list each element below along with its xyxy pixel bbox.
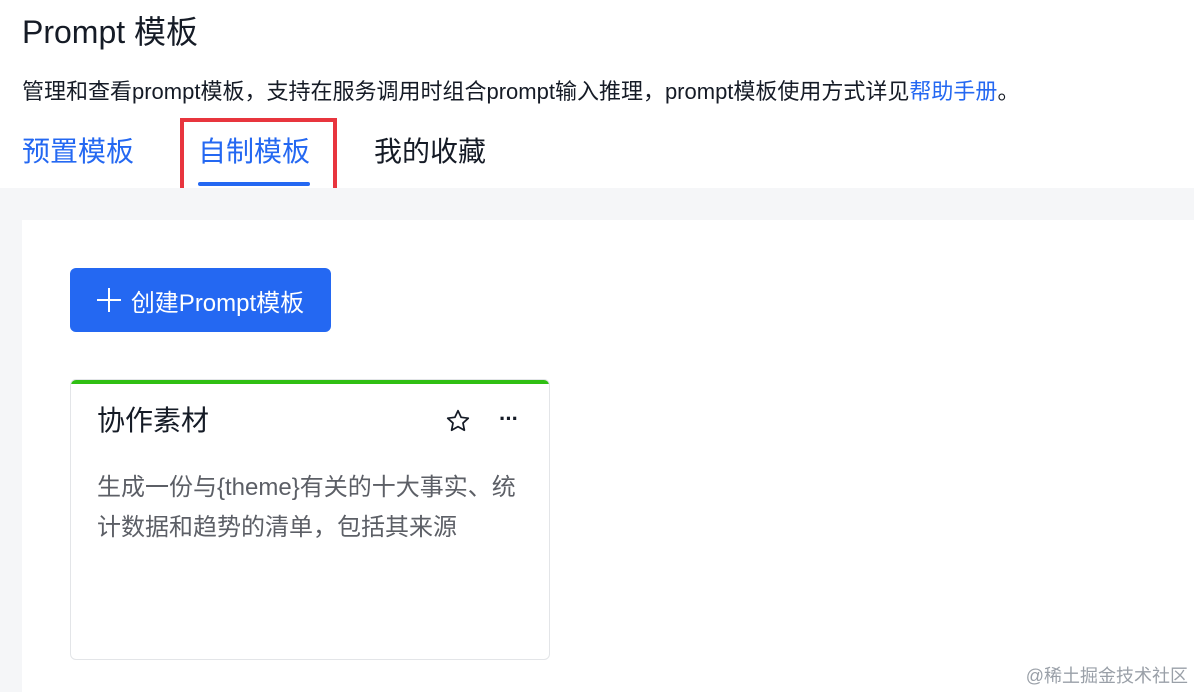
plus-icon [96, 288, 121, 312]
description-end: 。 [997, 79, 1020, 104]
description-text: 管理和查看prompt模板，支持在服务调用时组合prompt输入推理，promp… [22, 79, 910, 104]
star-icon[interactable] [445, 408, 471, 434]
page-description: 管理和查看prompt模板，支持在服务调用时组合prompt输入推理，promp… [22, 76, 1019, 108]
page-header: Prompt 模板 管理和查看prompt模板，支持在服务调用时组合prompt… [0, 0, 1194, 197]
card-accent-bar [71, 380, 549, 384]
create-button-label: 创建Prompt模板 [130, 289, 305, 317]
watermark: @稀土掘金技术社区 [1025, 666, 1188, 686]
create-prompt-template-button[interactable]: 创建Prompt模板 [70, 268, 331, 332]
card-description: 生成一份与{theme}有关的十大事实、统计数据和趋势的清单，包括其来源 [97, 474, 516, 541]
page-title: Prompt 模板 [22, 14, 199, 50]
card-title: 协作素材 [97, 405, 210, 436]
highlight-annotation-box [180, 118, 337, 197]
help-manual-link[interactable]: 帮助手册 [909, 79, 997, 104]
template-card[interactable]: 协作素材 ··· 生成一份与{theme}有关的十大事实、统计数据和趋势的清单，… [70, 379, 550, 660]
tab-preset-templates[interactable]: 预置模板 [22, 132, 134, 172]
tab-my-favorites[interactable]: 我的收藏 [374, 132, 486, 172]
more-options-icon[interactable]: ··· [499, 408, 521, 434]
